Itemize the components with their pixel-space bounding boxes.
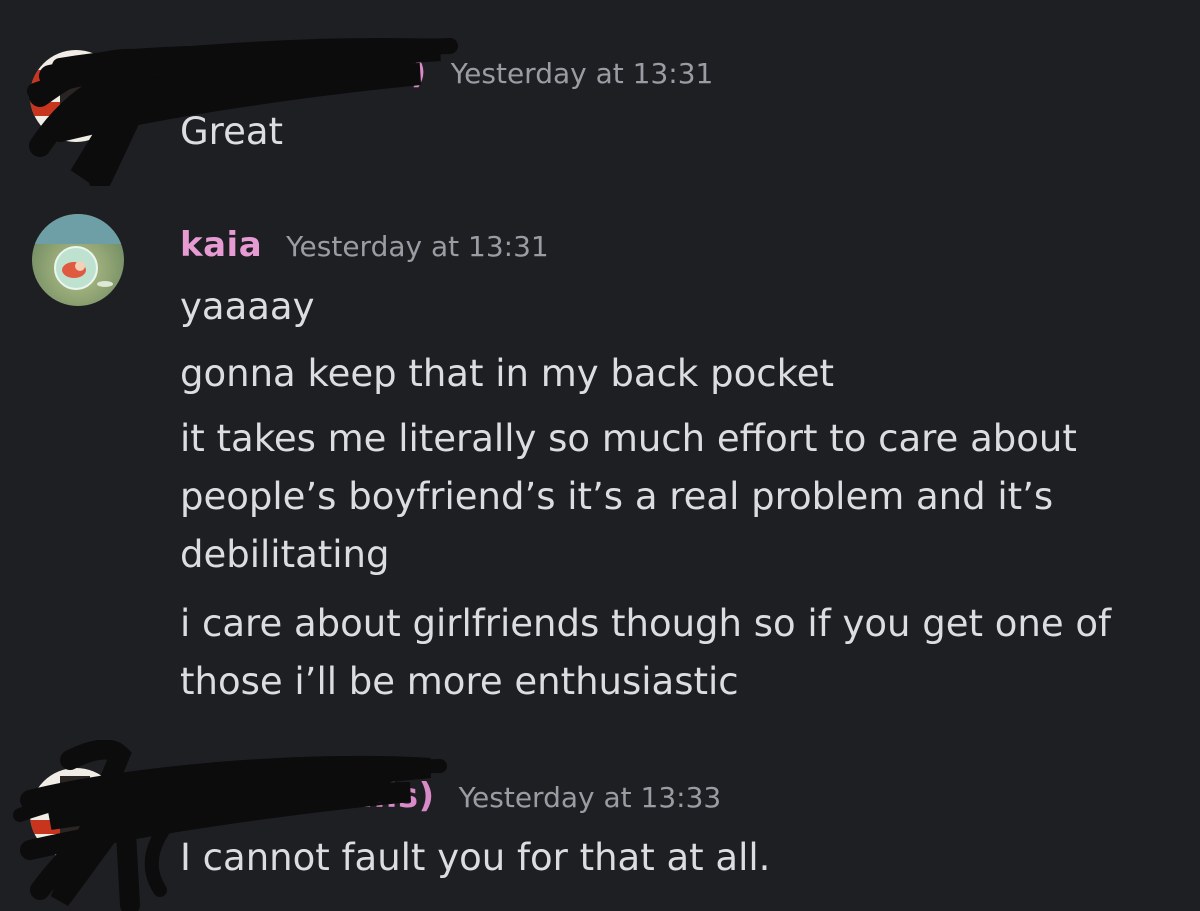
username[interactable]: s): [390, 52, 427, 92]
message-text: those i’ll be more enthusiastic: [180, 660, 739, 703]
message-group-2: kaia Yesterday at 13:31 yaaaay gonna kee…: [0, 200, 1200, 740]
ponyo-bubble-avatar: [32, 214, 124, 306]
message-group-3: Bills) Yesterday at 13:33 I cannot fault…: [0, 740, 1200, 911]
message-text: i care about girlfriends though so if yo…: [180, 602, 1112, 645]
avatar[interactable]: [30, 768, 122, 860]
message-header: kaia Yesterday at 13:31: [180, 225, 549, 265]
message-header: s) Yesterday at 13:31: [180, 52, 713, 92]
message-text: gonna keep that in my back pocket: [180, 352, 834, 395]
redacted-avatar-icon: [30, 768, 122, 860]
timestamp[interactable]: Yesterday at 13:33: [459, 781, 722, 814]
message-text: debilitating: [180, 533, 390, 576]
message-text: I cannot fault you for that at all.: [180, 836, 771, 879]
username[interactable]: Bills): [335, 776, 435, 816]
message-text: yaaaay: [180, 285, 315, 328]
timestamp[interactable]: Yesterday at 13:31: [451, 57, 714, 90]
redacted-avatar-icon: [30, 50, 122, 142]
message-text: people’s boyfriend’s it’s a real problem…: [180, 475, 1054, 518]
timestamp[interactable]: Yesterday at 13:31: [286, 230, 549, 263]
message-group-1: s) Yesterday at 13:31 Great: [0, 0, 1200, 200]
avatar[interactable]: [30, 50, 122, 142]
avatar[interactable]: [32, 214, 124, 306]
message-text: Great: [180, 110, 284, 153]
username[interactable]: kaia: [180, 225, 262, 265]
message-header: Bills) Yesterday at 13:33: [180, 776, 721, 816]
message-text: it takes me literally so much effort to …: [180, 417, 1077, 460]
